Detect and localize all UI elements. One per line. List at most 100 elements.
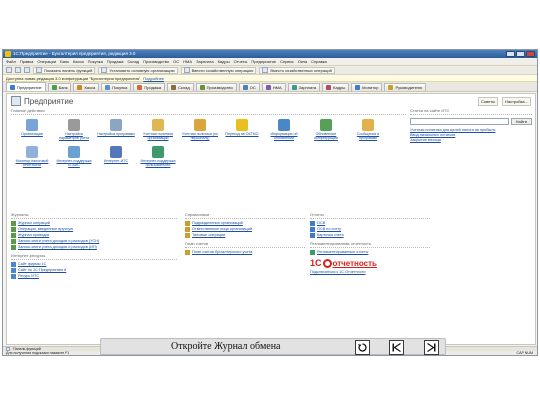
common-action-item[interactable]: Учетная политика (по персоналу) — [179, 119, 221, 140]
common-action-item[interactable]: Настройка программы — [95, 119, 137, 140]
close-button[interactable] — [526, 51, 535, 57]
common-action-item[interactable]: Интернет-ИТС — [95, 146, 137, 167]
internet-resource-link[interactable]: Ресурс ИТС — [11, 274, 177, 279]
new-document-icon[interactable] — [6, 67, 12, 73]
maximize-button[interactable] — [516, 51, 525, 57]
menu-item[interactable]: Кадры — [218, 59, 230, 64]
common-action-item[interactable]: Сообщения в программе — [347, 119, 389, 140]
previous-button[interactable] — [389, 340, 404, 355]
tips-button[interactable]: Советы — [477, 97, 498, 106]
menu-item[interactable]: Покупка — [88, 59, 103, 64]
its-article-link[interactable]: Закрытие месяца — [410, 138, 532, 143]
menu-item[interactable]: Правка — [20, 59, 34, 64]
setup-button[interactable]: Вместо хозяйственных операций — [259, 66, 335, 74]
minimize-button[interactable] — [506, 51, 515, 57]
menu-item[interactable]: Касса — [73, 59, 84, 64]
menu-item[interactable]: Сервис — [280, 59, 294, 64]
list-item-icon — [11, 227, 16, 232]
menu-item[interactable]: Операции — [37, 59, 56, 64]
section-tab[interactable]: Руководителю — [384, 83, 427, 91]
its-links-list: Учетная политика для целей налога на при… — [410, 128, 532, 143]
people-icon — [194, 119, 206, 131]
common-action-item[interactable]: Интернет-поддержка ЕГАИС — [53, 146, 95, 167]
common-action-item[interactable]: Обновление конфигурации — [305, 119, 347, 140]
report-link[interactable]: Карточка счета — [310, 233, 430, 238]
menu-item[interactable]: НМА — [183, 59, 192, 64]
section-tab[interactable]: Монитор — [351, 83, 383, 91]
directory-link[interactable]: Типовые операции — [185, 233, 305, 238]
menu-item[interactable]: Справка — [311, 59, 327, 64]
report-link[interactable]: ОСВ по счету — [310, 227, 430, 232]
internet-resource-link[interactable]: Сайт фирмы 1С — [11, 262, 177, 267]
common-action-label: Настройка параметров учета — [59, 132, 89, 140]
journal-link-label: Запись книги учета доходов и расходов (И… — [18, 245, 97, 249]
section-tab[interactable]: Кадры — [322, 83, 350, 91]
common-action-item[interactable]: Информация об обновлении — [263, 119, 305, 140]
customize-button[interactable]: Настройка... — [501, 97, 531, 106]
main-organization-button[interactable]: Установить основную организацию — [98, 66, 178, 74]
journal-link[interactable]: Журнал операций — [11, 221, 177, 226]
internet-resource-link[interactable]: Сайт по 1С:Предприятию 8 — [11, 268, 177, 273]
section-icon — [388, 85, 394, 90]
common-action-item[interactable]: Монитор налоговой отчетности — [11, 146, 53, 167]
journal-link[interactable]: Журнал проводок — [11, 233, 177, 238]
show-function-panel-button[interactable]: Показать панель функций — [33, 66, 96, 74]
its-search-input[interactable] — [410, 118, 509, 125]
tools-icon — [110, 119, 122, 131]
panel-icon — [36, 67, 42, 73]
replay-button[interactable] — [355, 340, 370, 355]
update-details-link[interactable]: Подробнее — [143, 76, 164, 81]
section-tab-label: Руководителю — [395, 85, 423, 90]
common-action-item[interactable]: Организации — [11, 119, 53, 140]
common-action-item[interactable]: Переход на ОКТМО — [221, 119, 263, 140]
section-tab[interactable]: Предприятие — [6, 82, 46, 91]
menu-item[interactable]: Окна — [298, 59, 307, 64]
menu-item[interactable]: Зарплата — [196, 59, 214, 64]
section-tab[interactable]: Продажа — [133, 83, 166, 91]
connect-1c-reporting-link[interactable]: Подключиться к 1С:Отчетности — [310, 270, 430, 275]
chart-of-accounts-link[interactable]: План счетов бухгалтерского учета — [185, 250, 305, 255]
save-icon[interactable] — [24, 67, 30, 73]
menu-item[interactable]: Файл — [6, 59, 16, 64]
common-action-item[interactable]: Интернет-поддержка пользователей — [137, 146, 179, 167]
enter-operation-button[interactable]: Ввести хозяйственную операцию — [180, 66, 257, 74]
journal-link[interactable]: Запись книги учета доходов и расходов (И… — [11, 245, 177, 250]
1c-reporting-logo[interactable]: 1С отчетность — [310, 258, 430, 268]
menu-item[interactable]: ОС — [173, 59, 179, 64]
section-tab-label: Касса — [84, 85, 96, 90]
directory-link[interactable]: Подразделения организаций — [185, 221, 305, 226]
menu-item[interactable]: Продажа — [107, 59, 124, 64]
toolbar: Показать панель функций Установить основ… — [3, 66, 537, 75]
section-tab[interactable]: НМА — [261, 83, 286, 91]
journal-link[interactable]: Операции, введенные вручную — [11, 227, 177, 232]
section-tab[interactable]: Зарплата — [287, 83, 321, 91]
menu-item[interactable]: Склад — [128, 59, 140, 64]
reports-heading: Отчеты — [310, 212, 430, 219]
section-tab[interactable]: Банк — [47, 83, 72, 91]
app-logo-icon — [5, 51, 11, 57]
regulated-report-link[interactable]: Регламентированные отчеты — [310, 250, 430, 255]
common-action-item[interactable]: Настройка параметров учета — [53, 119, 95, 140]
directory-link[interactable]: Ответственные лица организаций — [185, 227, 305, 232]
journal-link-label: Операции, введенные вручную — [18, 227, 74, 231]
common-action-item[interactable]: Учетная политика организаций — [137, 119, 179, 140]
its-search-button[interactable]: Найти — [510, 118, 532, 125]
journal-link[interactable]: Запись книги учета доходов и расходов (У… — [11, 239, 177, 244]
section-tab[interactable]: Покупка — [101, 83, 132, 91]
document-icon — [152, 119, 164, 131]
open-icon[interactable] — [15, 67, 21, 73]
menu-item[interactable]: Предприятие — [251, 59, 276, 64]
menu-item[interactable]: Отчеты — [234, 59, 248, 64]
menu-item[interactable]: Банк — [60, 59, 69, 64]
section-tab[interactable]: ОС — [238, 83, 260, 91]
section-tab-label: Предприятие — [17, 84, 42, 90]
next-button[interactable] — [424, 340, 439, 355]
refresh-icon — [320, 119, 332, 131]
menu-item[interactable]: Производство — [143, 59, 169, 64]
list-item-icon — [185, 233, 190, 238]
report-link[interactable]: ОСВ — [310, 221, 430, 226]
network-icon — [68, 146, 80, 158]
section-tab[interactable]: Производство — [195, 83, 237, 91]
section-tab[interactable]: Склад — [167, 83, 194, 91]
section-tab[interactable]: Касса — [73, 83, 100, 91]
